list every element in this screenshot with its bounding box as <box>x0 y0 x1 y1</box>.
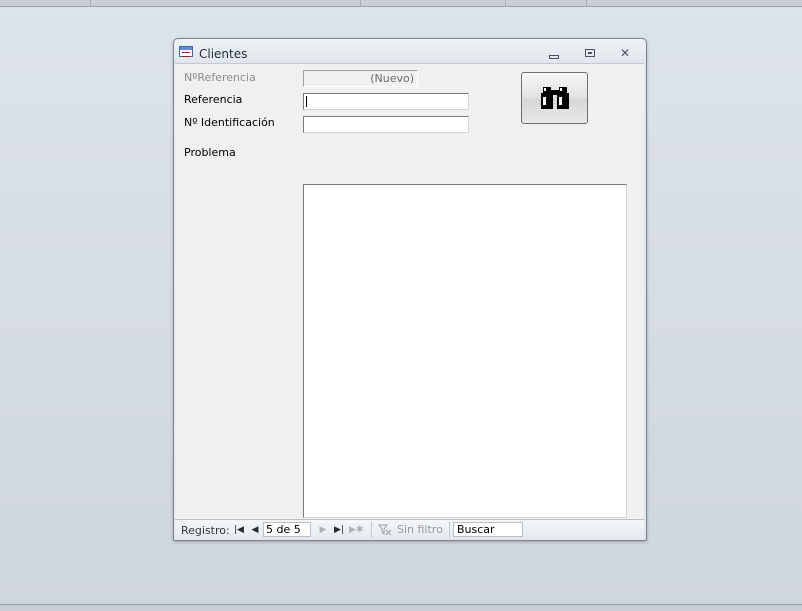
form-icon <box>179 46 193 57</box>
last-record-icon[interactable]: ▶| <box>333 523 345 537</box>
current-record-input[interactable]: 5 de 5 <box>263 522 311 537</box>
record-navigation-bar: Registro: |◀ ◀ 5 de 5 ▶ ▶| ▶✱ Sin filtro… <box>175 519 644 540</box>
label-referencia: Referencia <box>184 93 243 106</box>
filter-status[interactable]: Sin filtro <box>397 523 443 536</box>
ribbon-edge <box>0 0 802 7</box>
text-caret <box>306 96 307 107</box>
filter-icon <box>378 524 392 536</box>
form-body: NºReferencia (Nuevo) Referencia Nº Ident… <box>175 63 644 520</box>
restore-button[interactable] <box>582 47 598 59</box>
search-button[interactable] <box>521 72 588 124</box>
minimize-button[interactable] <box>546 47 562 59</box>
new-record-icon[interactable]: ▶✱ <box>349 523 363 537</box>
label-identificacion: Nº Identificación <box>184 116 275 129</box>
clientes-form-window: Clientes ✕ NºReferencia (Nuevo) Referenc… <box>173 38 647 541</box>
label-nreferencia: NºReferencia <box>184 71 256 84</box>
referencia-field[interactable] <box>303 93 469 110</box>
binoculars-icon <box>540 87 569 109</box>
problema-textarea[interactable] <box>303 184 627 518</box>
label-problema: Problema <box>184 146 236 159</box>
record-label: Registro: <box>181 524 230 537</box>
search-input[interactable]: Buscar <box>453 522 523 537</box>
nreferencia-field: (Nuevo) <box>303 70 418 87</box>
title-bar[interactable]: Clientes ✕ <box>174 39 646 63</box>
next-record-icon[interactable]: ▶ <box>317 523 329 537</box>
identificacion-field[interactable] <box>303 116 469 133</box>
window-title: Clientes <box>199 47 248 61</box>
close-button[interactable]: ✕ <box>617 47 633 59</box>
first-record-icon[interactable]: |◀ <box>233 523 245 537</box>
previous-record-icon[interactable]: ◀ <box>249 523 261 537</box>
